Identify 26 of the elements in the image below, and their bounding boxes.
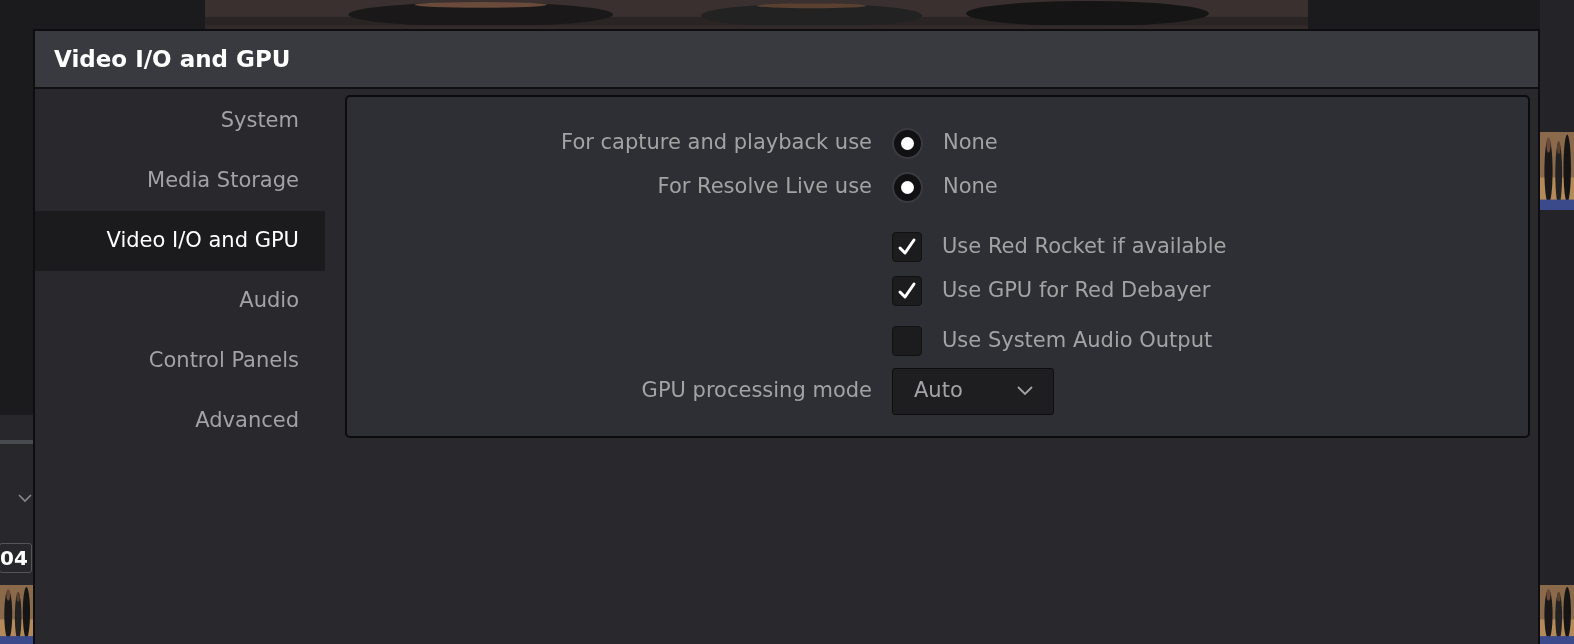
setting-label: For Resolve Live use	[657, 173, 872, 201]
checkbox-label: Use Red Rocket if available	[942, 233, 1227, 261]
sidebar-item[interactable]: Video I/O and GPU	[35, 211, 325, 271]
checkbox-label: Use GPU for Red Debayer	[942, 277, 1211, 305]
sidebar-item[interactable]: Control Panels	[35, 331, 325, 391]
checkbox[interactable]	[892, 276, 922, 306]
checkbox-label: Use System Audio Output	[942, 327, 1213, 355]
radio-option: None	[943, 171, 998, 203]
setting-label: GPU processing mode	[641, 377, 872, 405]
chevron-down-icon	[18, 494, 32, 503]
checkbox[interactable]	[892, 326, 922, 356]
check-icon	[897, 281, 917, 301]
check-icon	[897, 237, 917, 257]
radio-button[interactable]	[892, 171, 923, 203]
sidebar-item[interactable]: Advanced	[35, 391, 325, 451]
sidebar-item[interactable]: Audio	[35, 271, 325, 331]
checkbox[interactable]	[892, 232, 922, 262]
timecode: 04	[0, 543, 32, 573]
dialog-title: Video I/O and GPU	[54, 44, 291, 74]
chevron-down-icon	[1017, 386, 1033, 396]
dropdown[interactable]: Auto	[892, 367, 1054, 415]
setting-label: For capture and playback use	[561, 129, 872, 157]
sidebar-item[interactable]: Media Storage	[35, 151, 325, 211]
radio-option: None	[943, 127, 998, 159]
radio-button[interactable]	[892, 127, 923, 159]
sidebar-item[interactable]: System	[35, 91, 325, 151]
